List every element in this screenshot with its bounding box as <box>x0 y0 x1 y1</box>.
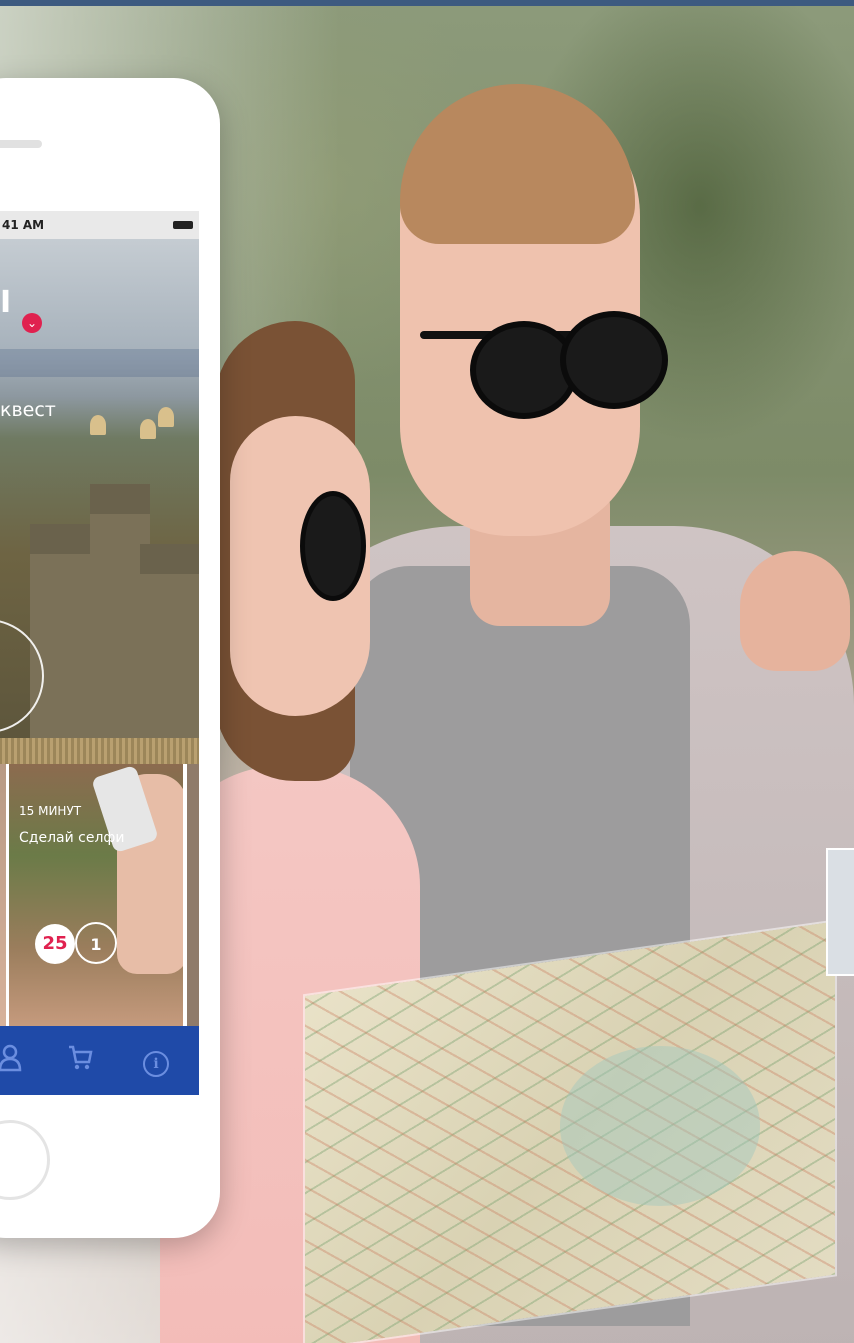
quest-cards: 15 МИНУТ Сделай селфи 25 1 <box>0 764 199 1026</box>
cart-icon <box>67 1045 93 1078</box>
man-sunglasses-lens-right <box>560 311 668 409</box>
held-photo-card <box>826 848 854 976</box>
info-icon: i <box>143 1051 169 1077</box>
tab-cart[interactable] <box>64 1044 96 1076</box>
tab-bar: i <box>0 1026 199 1095</box>
phone-speaker <box>0 140 42 148</box>
fence <box>0 738 199 764</box>
card-title: Сделай селфи <box>19 830 125 846</box>
wooden-building <box>140 544 199 764</box>
hero-image[interactable]: I ⌄ квест <box>0 239 199 764</box>
church-dome <box>90 415 106 435</box>
church-dome <box>140 419 156 439</box>
status-time: 41 AM <box>2 218 45 232</box>
status-bar: 41 AM <box>0 211 199 239</box>
wooden-building <box>30 524 90 764</box>
hero-sky-band <box>0 349 199 377</box>
battery-icon <box>173 221 193 229</box>
hero-subtitle: квест <box>0 399 56 421</box>
card-preview-left[interactable] <box>0 764 6 1026</box>
phone-screen: 41 AM I ⌄ квест 15 МИНУТ Сделай селфи 25… <box>0 211 199 1095</box>
church-dome <box>158 407 174 427</box>
tab-profile[interactable] <box>0 1044 26 1076</box>
man-hair <box>400 84 635 244</box>
woman-hand-on-shoulder <box>740 551 850 671</box>
person-icon <box>0 1044 22 1078</box>
map-water-area <box>560 1046 760 1206</box>
level-badge: 1 <box>75 922 117 964</box>
card-preview-right[interactable] <box>187 764 199 1026</box>
woman-sunglasses <box>300 491 366 601</box>
card-duration: 15 МИНУТ <box>19 804 82 818</box>
hero-title: I <box>0 285 12 320</box>
quest-card[interactable]: 15 МИНУТ Сделай селфи 25 1 <box>9 764 183 1026</box>
tab-info[interactable]: i <box>140 1044 172 1077</box>
chevron-down-icon[interactable]: ⌄ <box>22 313 42 333</box>
points-badge: 25 <box>35 924 75 964</box>
